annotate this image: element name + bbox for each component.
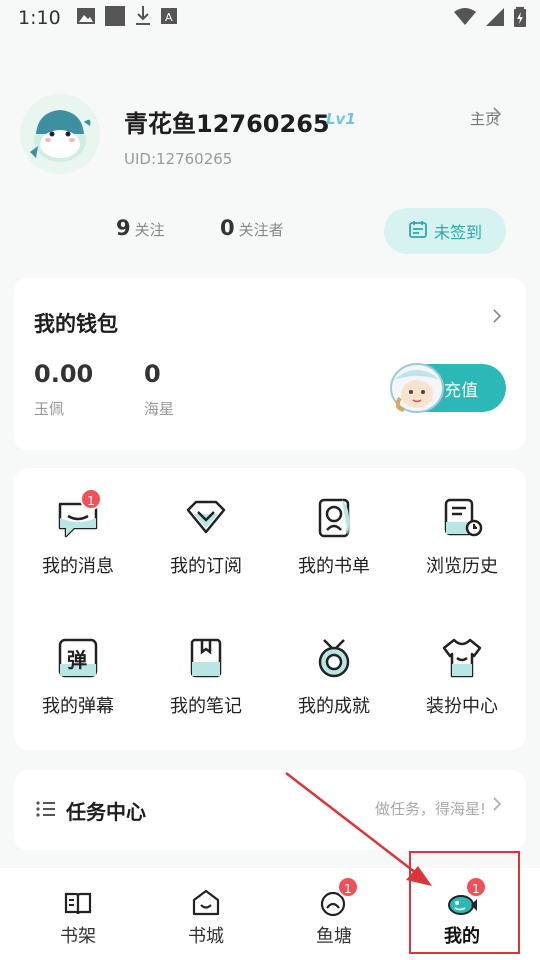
signal-icon [486,8,504,31]
following-label: 关注 [134,221,165,239]
menu-label: 浏览历史 [426,556,498,577]
jade-label: 玉佩 [34,400,65,418]
menu-label: 我的笔记 [170,696,242,717]
menu-label: 我的成就 [298,696,370,717]
highlight-box [409,851,520,954]
menu-label: 我的书单 [298,556,370,577]
task-title: 任务中心 [66,800,146,824]
status-right [454,7,526,32]
nav-label: 书架 [60,926,96,947]
nav-tab-fishpond[interactable]: 1 鱼塘 [270,868,398,960]
profile-header: 青花鱼12760265 Lv1 UID:12760265 主页 [0,90,540,190]
level-badge: Lv1 [326,110,356,128]
followers-label: 关注者 [238,221,284,239]
avatar[interactable] [20,94,100,174]
fishpond-icon: 1 [319,876,359,918]
recharge-label: 充值 [444,380,478,400]
user-id: UID:12760265 [124,150,233,168]
menu-item-danmaku[interactable]: 弹 我的弹幕 [14,608,142,718]
message-icon: 1 [56,488,102,540]
status-time: 1:10 [18,7,61,29]
svg-text:弹: 弹 [67,648,87,672]
outfit-icon [440,636,484,680]
menu-item-notes[interactable]: 我的笔记 [142,608,270,718]
wallet-title: 我的钱包 [34,312,118,336]
jade-value: 0.00 [34,360,94,388]
subscribe-icon [184,496,228,540]
wifi-icon [454,8,476,31]
battery-icon [514,7,526,32]
following-stat[interactable]: 9 关注 [116,216,165,240]
task-hint: 做任务，得海星! [374,800,486,818]
wallet-card[interactable]: 我的钱包 0.00 玉佩 0 海星 充值 [14,278,526,450]
history-icon [440,496,484,540]
calendar-icon [408,219,428,244]
notes-icon [184,636,228,680]
svg-text:A: A [165,11,173,24]
star-label: 海星 [144,400,175,418]
nav-label: 书城 [188,926,224,947]
follow-stats: 9 关注 0 关注者 未签到 [0,208,540,254]
task-center-card[interactable]: 任务中心 做任务，得海星! [14,770,526,850]
menu-grid: 1 我的消息 我的订阅 我的书单 浏览历史 弹 我的弹幕 我的笔记 我的成就 装… [14,468,526,750]
nav-tab-bookstore[interactable]: 书城 [142,868,270,960]
achievement-icon [312,636,356,680]
checkin-label: 未签到 [433,225,482,242]
menu-item-messages[interactable]: 1 我的消息 [14,468,142,578]
menu-label: 我的消息 [42,556,114,577]
booklist-icon [312,496,356,540]
chevron-right-icon [492,308,502,329]
square-icon [104,5,125,31]
chevron-right-icon [492,106,502,126]
menu-item-history[interactable]: 浏览历史 [398,468,526,578]
message-badge: 1 [80,488,102,510]
status-bar: 1:10 A [0,0,540,36]
star-value: 0 [144,360,161,388]
followers-count: 0 [220,216,235,240]
list-icon [36,800,56,822]
nav-tab-bookshelf[interactable]: 书架 [14,868,142,960]
fish-mascot-icon [30,110,91,162]
username: 青花鱼12760265 [124,110,330,138]
image-icon [76,7,95,29]
mascot-character-icon [386,358,448,416]
checkin-button[interactable]: 未签到 [384,208,506,254]
menu-item-subscriptions[interactable]: 我的订阅 [142,468,270,578]
following-count: 9 [116,216,131,240]
font-a-icon: A [160,7,177,29]
menu-label: 我的弹幕 [42,696,114,717]
bookstore-icon [191,888,221,918]
fishpond-badge: 1 [337,876,359,898]
menu-item-achievements[interactable]: 我的成就 [270,608,398,718]
menu-item-booklist[interactable]: 我的书单 [270,468,398,578]
menu-label: 装扮中心 [426,696,498,717]
menu-item-outfit[interactable]: 装扮中心 [398,608,526,718]
nav-label: 鱼塘 [316,926,352,947]
danmaku-icon: 弹 [56,636,100,680]
download-icon [135,5,151,31]
chevron-right-icon [492,796,502,817]
bookshelf-icon [63,888,93,918]
followers-stat[interactable]: 0 关注者 [220,216,284,240]
menu-label: 我的订阅 [170,556,242,577]
